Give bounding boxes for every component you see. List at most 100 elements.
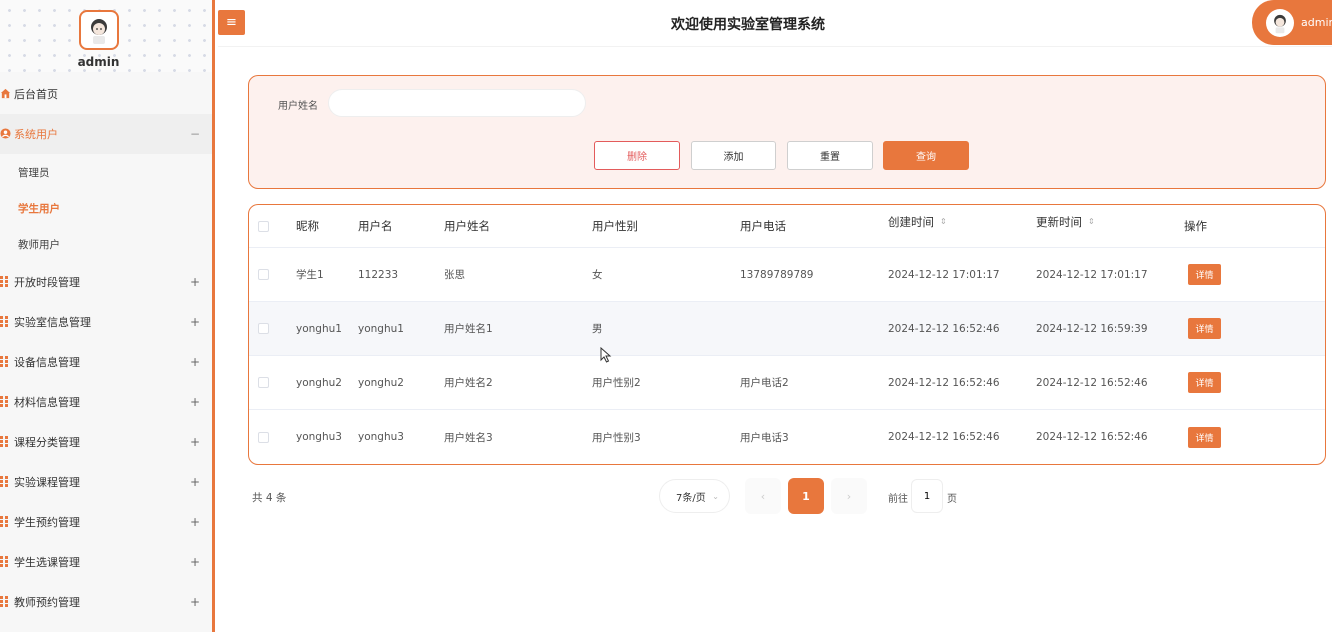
admin-avatar[interactable] <box>79 10 119 50</box>
sidebar-item-open-periods[interactable]: 开放时段管理 + <box>0 262 212 302</box>
select-all-checkbox[interactable] <box>258 205 269 247</box>
cell-username: yonghu1 <box>358 322 404 335</box>
sidebar-item-label: 学生预约管理 <box>14 516 80 529</box>
cell-gender: 用户性别3 <box>592 431 641 444</box>
column-header-gender: 用户性别 <box>592 219 638 233</box>
row-checkbox[interactable] <box>258 248 269 301</box>
row-checkbox[interactable] <box>258 302 269 355</box>
expand-icon[interactable]: + <box>190 595 200 609</box>
cell-created: 2024-12-12 16:52:46 <box>888 431 1000 443</box>
cell-realname: 用户姓名3 <box>444 431 493 444</box>
next-page-button[interactable]: › <box>831 478 867 514</box>
expand-icon[interactable]: + <box>190 435 200 449</box>
sidebar-item-label: 系统用户 <box>14 128 58 141</box>
column-header-updated[interactable]: 更新时间 ⇕ <box>1036 205 1095 243</box>
sidebar-item-label: 实验课程管理 <box>14 476 80 489</box>
home-icon <box>0 88 11 99</box>
expand-icon[interactable]: + <box>190 515 200 529</box>
sidebar-subitem-students[interactable]: 学生用户 <box>0 190 212 226</box>
add-button[interactable]: 添加 <box>691 141 776 170</box>
goto-page-input[interactable] <box>911 479 943 513</box>
sidebar-item-labs[interactable]: 实验室信息管理 + <box>0 302 212 342</box>
grid-icon <box>0 356 11 367</box>
cell-username: yonghu2 <box>358 376 404 389</box>
cell-realname: 用户姓名2 <box>444 377 493 389</box>
grid-icon <box>0 476 11 487</box>
page-title: 欢迎使用实验室管理系统 <box>671 17 825 33</box>
sidebar-item-label: 开放时段管理 <box>14 276 80 289</box>
column-header-created[interactable]: 创建时间 ⇕ <box>888 205 947 243</box>
top-bar: ≡ 欢迎使用实验室管理系统 admin <box>218 0 1332 47</box>
search-input[interactable] <box>328 89 586 117</box>
sidebar-subitem-teachers[interactable]: 教师用户 <box>0 226 212 262</box>
page-size-select[interactable]: 7条/页 ⌄ <box>659 479 730 513</box>
expand-icon[interactable]: + <box>190 315 200 329</box>
collapse-icon[interactable]: − <box>190 127 200 141</box>
user-menu[interactable]: admin <box>1252 0 1332 45</box>
cell-created: 2024-12-12 16:52:46 <box>888 376 1000 389</box>
expand-icon[interactable]: + <box>190 275 200 289</box>
column-header-username: 用户名 <box>358 219 393 233</box>
sidebar-item-system-users[interactable]: 系统用户 − <box>0 114 212 154</box>
sidebar-item-lab-courses[interactable]: 实验课程管理 + <box>0 462 212 502</box>
sidebar-item-label: 课程分类管理 <box>14 436 80 449</box>
user-name: admin <box>1301 16 1332 29</box>
query-button[interactable]: 查询 <box>883 141 969 170</box>
table-row: 学生1 112233 张思 女 13789789789 2024-12-12 1… <box>249 248 1325 302</box>
sidebar: admin 后台首页 系统用户 − 管理员 学生用户 教师用户 开放时段管理 +… <box>0 0 215 632</box>
goto-label: 前往 <box>888 494 908 505</box>
sidebar-item-dashboard[interactable]: 后台首页 <box>0 74 212 114</box>
grid-icon <box>0 396 11 407</box>
cell-phone: 13789789789 <box>740 268 814 281</box>
sidebar-item-label: 设备信息管理 <box>14 356 80 369</box>
chevron-down-icon: ⌄ <box>712 492 719 501</box>
cell-created: 2024-12-12 16:52:46 <box>888 322 1000 335</box>
cell-updated: 2024-12-12 16:52:46 <box>1036 431 1148 443</box>
column-header-phone: 用户电话 <box>740 219 786 233</box>
sidebar-item-materials[interactable]: 材料信息管理 + <box>0 382 212 422</box>
cell-updated: 2024-12-12 17:01:17 <box>1036 268 1148 281</box>
page-number-button[interactable]: 1 <box>788 478 824 514</box>
column-header-label: 创建时间 <box>888 215 934 229</box>
column-header-realname: 用户姓名 <box>444 219 490 233</box>
column-header-nickname: 昵称 <box>296 219 319 233</box>
cell-username: 112233 <box>358 268 399 281</box>
sort-icon[interactable]: ⇕ <box>940 218 947 226</box>
sidebar-item-student-reservations[interactable]: 学生预约管理 + <box>0 502 212 542</box>
cell-phone: 用户电话3 <box>740 431 789 444</box>
page-size-value: 7条/页 <box>676 492 706 504</box>
row-checkbox[interactable] <box>258 356 269 409</box>
detail-button-cell: 详情 <box>1188 248 1221 301</box>
sidebar-item-course-categories[interactable]: 课程分类管理 + <box>0 422 212 462</box>
sidebar-item-equipment[interactable]: 设备信息管理 + <box>0 342 212 382</box>
detail-button[interactable]: 详情 <box>1188 372 1221 393</box>
cell-created: 2024-12-12 17:01:17 <box>888 268 1000 281</box>
user-avatar <box>1266 8 1294 37</box>
detail-button[interactable]: 详情 <box>1188 318 1221 339</box>
sidebar-item-teacher-reservations[interactable]: 教师预约管理 + <box>0 582 212 622</box>
expand-icon[interactable]: + <box>190 475 200 489</box>
sidebar-item-label: 材料信息管理 <box>14 396 80 409</box>
avatar-icon <box>1274 14 1286 33</box>
sort-icon[interactable]: ⇕ <box>1088 218 1095 226</box>
expand-icon[interactable]: + <box>190 395 200 409</box>
detail-button[interactable]: 详情 <box>1188 426 1221 448</box>
grid-icon <box>0 436 11 447</box>
sidebar-item-course-selection[interactable]: 学生选课管理 + <box>0 542 212 582</box>
avatar-icon <box>91 19 107 44</box>
delete-button[interactable]: 删除 <box>594 141 680 170</box>
cell-gender: 女 <box>592 269 603 281</box>
column-header-label: 更新时间 <box>1036 215 1082 229</box>
row-checkbox[interactable] <box>258 410 269 464</box>
expand-icon[interactable]: + <box>190 355 200 369</box>
sidebar-subitem-admins[interactable]: 管理员 <box>0 154 212 190</box>
total-count: 共 4 条 <box>252 492 287 504</box>
detail-button[interactable]: 详情 <box>1188 264 1221 285</box>
prev-page-button[interactable]: ‹ <box>745 478 781 514</box>
table-row: yonghu2 yonghu2 用户姓名2 用户性别2 用户电话2 2024-1… <box>249 356 1325 410</box>
expand-icon[interactable]: + <box>190 555 200 569</box>
cell-nickname: yonghu3 <box>296 431 342 443</box>
reset-button[interactable]: 重置 <box>787 141 873 170</box>
table-row: yonghu1 yonghu1 用户姓名1 男 2024-12-12 16:52… <box>249 302 1325 356</box>
cell-nickname: yonghu1 <box>296 322 342 335</box>
